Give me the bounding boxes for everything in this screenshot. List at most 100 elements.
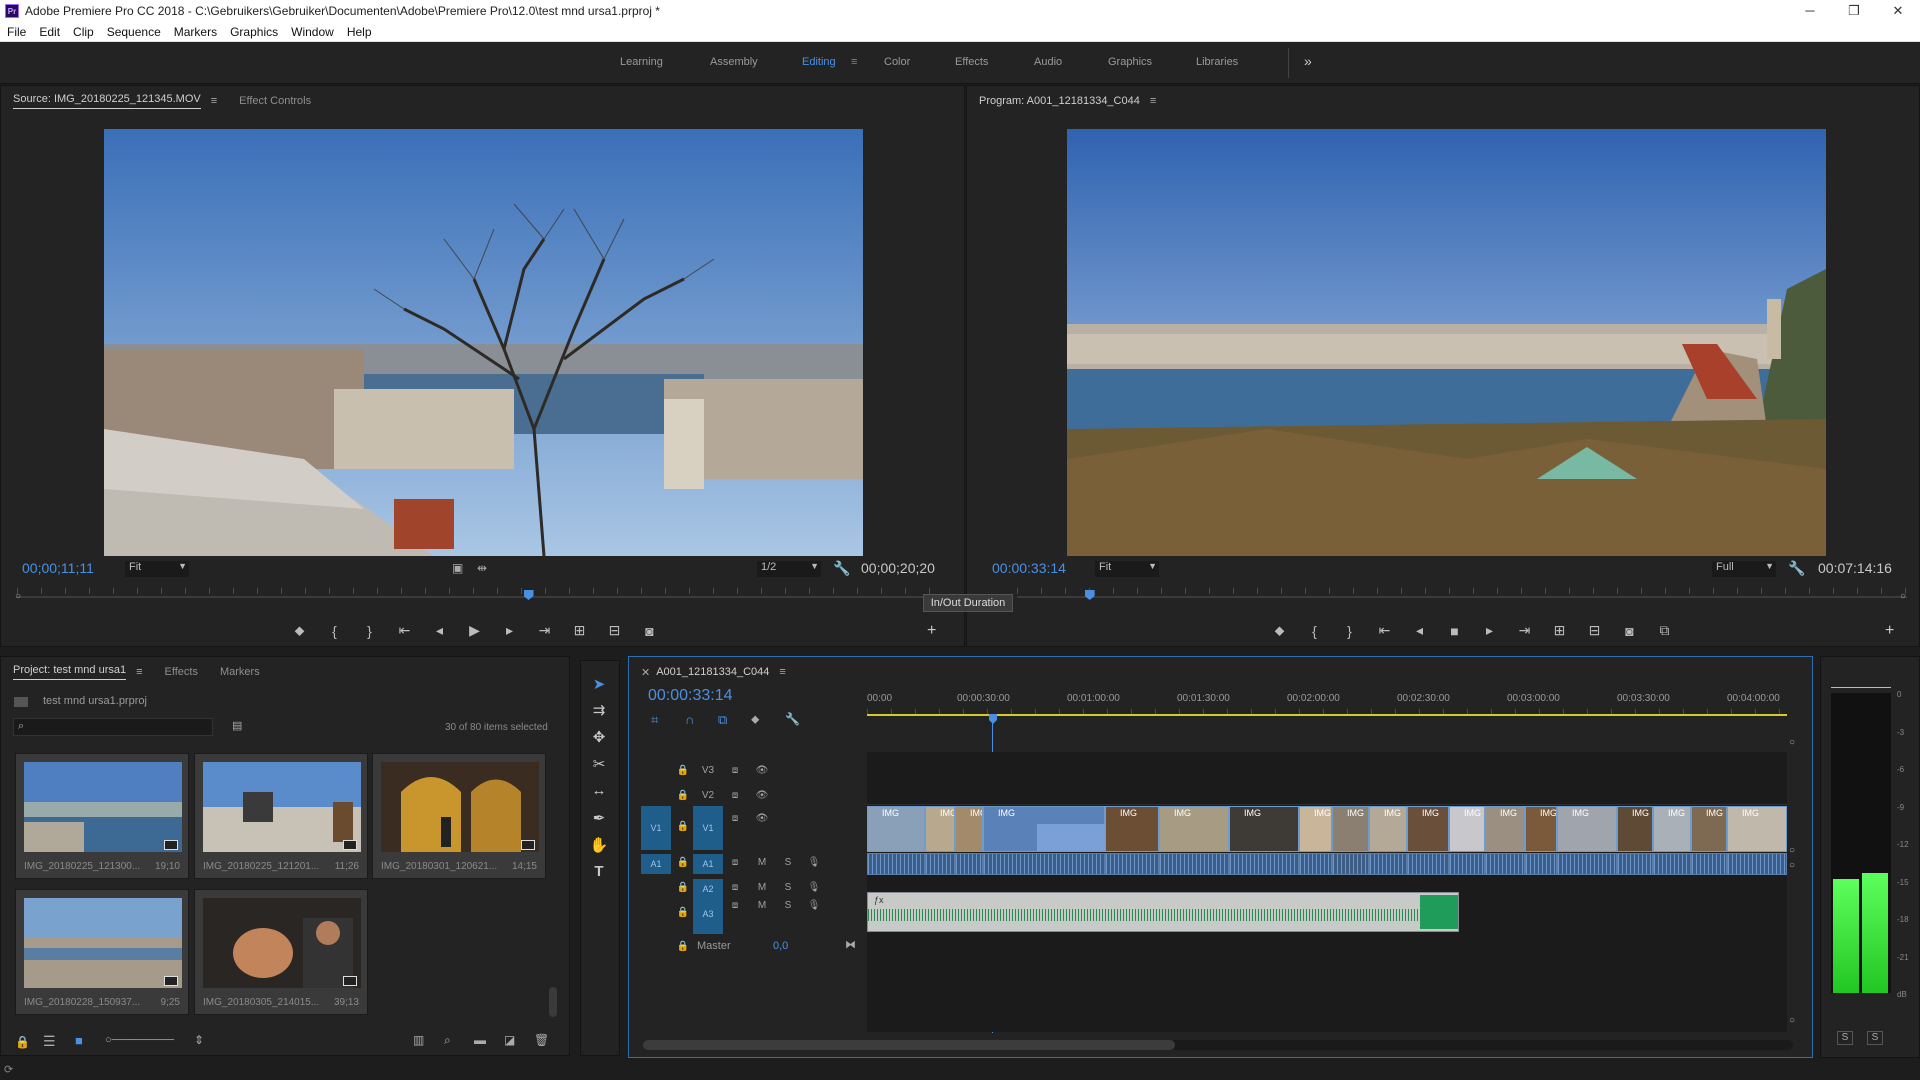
audio-clip[interactable] [1525,853,1557,875]
source-scrub-bar[interactable] [17,596,947,598]
vertical-zoom-handle[interactable]: ○ [1789,845,1795,856]
mark-out-icon[interactable]: } [1332,623,1367,639]
button-editor-plus-icon[interactable]: + [927,622,936,640]
menu-file[interactable]: File [7,25,26,39]
add-marker-icon[interactable]: ⬥ [282,622,317,639]
project-item[interactable]: IMG_20180225_121300... 19;10 [15,753,189,879]
solo-right-button[interactable]: S [1867,1031,1883,1045]
program-playhead[interactable] [1084,590,1095,600]
ripple-edit-tool-icon[interactable]: ✥ [581,728,617,746]
sync-lock-icon[interactable]: ⧈ [726,762,744,780]
project-search-input[interactable]: ⌕ [13,718,213,736]
video-clip[interactable]: IMG_20180225_151256.MOV [955,806,983,852]
add-marker-icon[interactable]: ⬥ [751,712,759,727]
icon-view-icon[interactable]: ■ [75,1033,83,1048]
track-label-a1[interactable]: A1 [693,854,723,874]
video-clip[interactable]: IMG [1557,806,1617,852]
audio-clip[interactable] [1727,853,1787,875]
program-current-timecode[interactable]: 00:00:33:14 [992,560,1066,576]
audio-clip[interactable] [1369,853,1407,875]
timeline-current-timecode[interactable]: 00:00:33:14 [648,687,733,705]
mute-button[interactable]: M [753,897,771,915]
workspace-effects[interactable]: Effects [955,56,988,68]
source-playhead[interactable] [523,590,534,600]
audio-clip[interactable] [867,853,925,875]
lift-icon[interactable]: ⊞ [1542,622,1577,639]
menu-edit[interactable]: Edit [39,25,60,39]
track-label-a3[interactable]: A3 [693,894,723,934]
list-view-icon[interactable]: ☰ [43,1033,56,1050]
lock-icon[interactable]: 🔒 [674,938,692,956]
lock-icon[interactable]: 🔒 [15,1035,30,1049]
audio-clip[interactable] [1449,853,1485,875]
insert-icon[interactable]: ⊞ [562,622,597,639]
tab-program[interactable]: Program: A001_12181334_C044 [979,95,1140,107]
close-tab-icon[interactable]: ✕ [641,666,650,679]
sync-lock-icon[interactable]: ⧈ [726,897,744,915]
solo-button[interactable]: S [779,897,797,915]
sort-icon[interactable]: ⇕ [194,1033,204,1047]
track-label-v1[interactable]: V1 [693,806,723,850]
sync-lock-icon[interactable]: ⧈ [726,787,744,805]
mute-button[interactable]: M [753,854,771,872]
close-button[interactable]: ✕ [1876,0,1920,22]
menu-sequence[interactable]: Sequence [107,25,161,39]
lock-icon[interactable]: 🔒 [674,854,692,872]
vertical-zoom-handle[interactable]: ○ [1789,1015,1795,1026]
overwrite-icon[interactable]: ⊟ [597,622,632,639]
hand-tool-icon[interactable]: ✋ [581,836,617,854]
mark-out-icon[interactable]: } [352,623,387,639]
eye-icon[interactable]: 👁 [753,787,771,805]
restore-button[interactable]: ❐ [1832,0,1876,22]
minimize-button[interactable]: ─ [1788,0,1832,22]
sync-lock-icon[interactable]: ⧈ [726,854,744,872]
audio-clip[interactable] [1617,853,1653,875]
v1-clip-strip[interactable]: IMG IMG IMG_20180225_151256.MOV IMG IMG IMG IM… [867,806,1787,852]
audio-clip[interactable] [955,853,983,875]
step-forward-icon[interactable]: ▸ [492,622,527,639]
workspace-overflow-icon[interactable]: » [1304,53,1312,69]
mark-in-icon[interactable]: { [317,623,352,639]
timeline-ruler[interactable]: 00:00 00:00:30:00 00:01:00:00 00:01:30:00 00… [867,691,1787,717]
track-label-v3[interactable]: V3 [699,762,717,780]
program-fit-dropdown[interactable]: Fit ▼ [1095,561,1159,577]
project-item[interactable]: IMG_20180225_121201... 11;26 [194,753,368,879]
type-tool-icon[interactable]: T [581,863,617,880]
vertical-zoom-handle[interactable]: ○ [1789,737,1795,748]
zoom-slider[interactable]: ○──────── [105,1034,174,1046]
audio-clip[interactable] [1159,853,1229,875]
workspace-color[interactable]: Color [884,56,910,68]
timeline-zoom-thumb[interactable] [643,1040,1175,1050]
tab-effects[interactable]: Effects [165,666,198,678]
video-clip[interactable]: IMG [1691,806,1727,852]
selection-tool-icon[interactable]: ➤ [581,675,617,693]
workspace-audio[interactable]: Audio [1034,56,1062,68]
lock-icon[interactable]: 🔒 [674,818,692,836]
new-item-icon[interactable]: ◪ [504,1033,515,1047]
track-select-tool-icon[interactable]: ⇉ [581,701,617,719]
audio-clip[interactable] [1653,853,1691,875]
workspace-learning[interactable]: Learning [620,56,663,68]
menu-markers[interactable]: Markers [174,25,217,39]
new-bin-icon[interactable]: ▬ [474,1033,486,1047]
video-clip[interactable]: IMG [1159,806,1229,852]
workspace-editing[interactable]: Editing [802,56,836,68]
panel-menu-icon[interactable]: ≡ [779,666,785,678]
sync-lock-icon[interactable]: ⧈ [726,879,744,897]
panel-menu-icon[interactable]: ≡ [136,666,142,678]
go-to-out-icon[interactable]: ⇥ [527,622,562,639]
tab-project[interactable]: Project: test mnd ursa1 [13,664,127,680]
menu-help[interactable]: Help [347,25,372,39]
source-fit-dropdown[interactable]: Fit ▼ [125,561,189,577]
tab-source[interactable]: Source: IMG_20180225_121345.MOV [13,93,201,109]
wrench-icon[interactable]: 🔧 [785,712,800,726]
a1-clip-strip[interactable] [867,853,1787,877]
audio-clip[interactable] [1557,853,1617,875]
video-clip[interactable]: IMG [1449,806,1485,852]
audio-clip[interactable] [1332,853,1369,875]
project-item[interactable]: IMG_20180228_150937... 9;25 [15,889,189,1015]
track-area[interactable]: IMG IMG IMG_20180225_151256.MOV IMG IMG IMG IM… [867,752,1787,1032]
go-to-in-icon[interactable]: ⇤ [1367,622,1402,639]
workspace-menu-icon[interactable]: ≡ [851,56,857,68]
sync-lock-icon[interactable]: ⧈ [726,810,744,828]
